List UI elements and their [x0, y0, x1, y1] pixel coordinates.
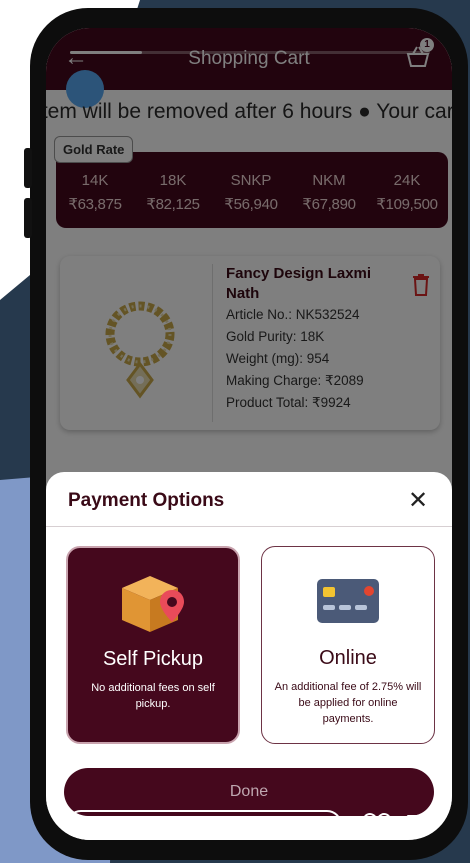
done-button[interactable]: Done — [64, 768, 434, 816]
sheet-title: Payment Options — [68, 490, 225, 511]
self-pickup-option[interactable]: Self Pickup No additional fees on self p… — [66, 546, 240, 744]
phone-screen: ← Shopping Cart 1 Item will be removed a… — [46, 28, 452, 840]
online-title: Online — [319, 647, 377, 669]
phone-side-button — [24, 198, 32, 238]
online-description: An additional fee of 2.75% will be appli… — [274, 681, 422, 725]
phone-side-button — [24, 148, 32, 188]
filter-icon[interactable] — [406, 812, 436, 840]
sheet-divider — [46, 526, 452, 527]
self-pickup-description: No additional fees on self pickup. — [91, 682, 215, 710]
close-icon[interactable]: ✕ — [406, 486, 430, 515]
credit-card-icon — [317, 579, 379, 623]
package-pickup-icon — [122, 576, 184, 632]
payment-options-sheet: Payment Options ✕ Self Pickup No additio… — [46, 472, 452, 840]
online-option[interactable]: Online An additional fee of 2.75% will b… — [261, 546, 435, 744]
self-pickup-title: Self Pickup — [102, 648, 204, 670]
home-indicator-overlay — [66, 810, 342, 840]
heart-icon[interactable] — [362, 812, 392, 840]
